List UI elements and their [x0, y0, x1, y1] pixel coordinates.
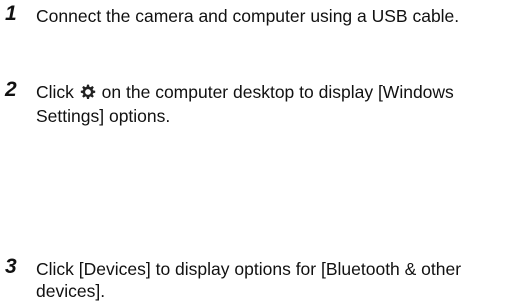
step-text-before-icon: Click	[36, 82, 74, 102]
step-text: Connect the camera and computer using a …	[36, 5, 516, 27]
step-number: 3	[5, 255, 17, 278]
step-text-content: Click [Devices] to display options for […	[36, 259, 462, 301]
step-text-after-icon: on the computer desktop to display [Wind…	[36, 82, 454, 126]
gear-icon	[80, 83, 96, 105]
step-text: Click [Devices] to display options for […	[36, 258, 516, 302]
step-number: 2	[5, 78, 17, 101]
step-text-content: Connect the camera and computer using a …	[36, 6, 460, 26]
step-text: Click on the computer desktop to display…	[36, 81, 516, 127]
step-number: 1	[5, 2, 17, 25]
